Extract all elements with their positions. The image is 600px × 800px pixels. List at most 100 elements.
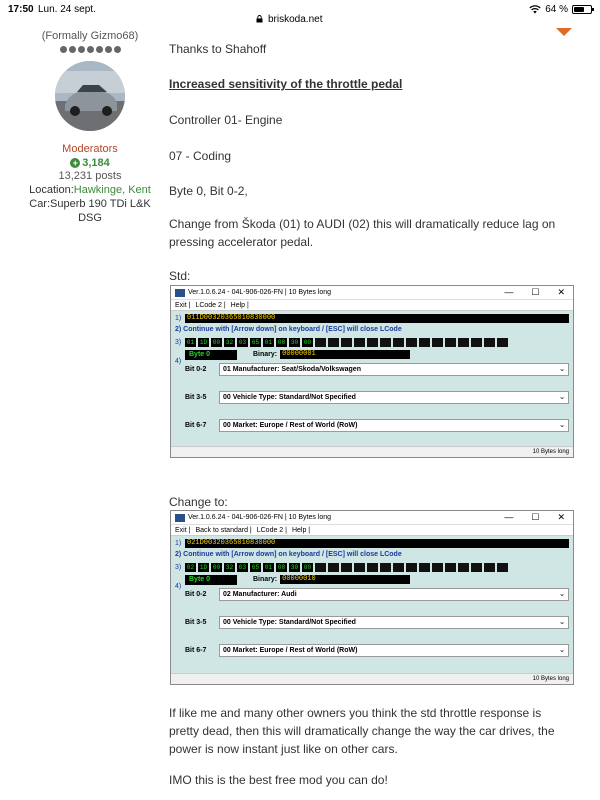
status-time: 17:50 bbox=[8, 4, 34, 15]
byte-cell-empty[interactable] bbox=[393, 337, 404, 347]
byte-cell-empty[interactable] bbox=[393, 562, 404, 572]
maximize-icon[interactable]: ☐ bbox=[531, 512, 539, 523]
byte-cell-empty[interactable] bbox=[458, 562, 469, 572]
byte-cell-empty[interactable] bbox=[367, 562, 378, 572]
byte-cell[interactable]: 02 bbox=[185, 562, 196, 572]
byte-cell-empty[interactable] bbox=[458, 337, 469, 347]
byte-cell-empty[interactable] bbox=[484, 562, 495, 572]
byte-cell[interactable]: 00 bbox=[211, 337, 222, 347]
byte-cell[interactable]: 1D bbox=[198, 337, 209, 347]
byte-cell-empty[interactable] bbox=[328, 337, 339, 347]
bit-select[interactable]: 00 Vehicle Type: Standard/Not Specified ⌄ bbox=[219, 615, 569, 629]
byte-cell-empty[interactable] bbox=[419, 562, 430, 572]
byte-cell-empty[interactable] bbox=[354, 337, 365, 347]
byte-cell[interactable]: 32 bbox=[224, 337, 235, 347]
reputation: +3,184 bbox=[28, 157, 152, 169]
bit-select-value: 02 Manufacturer: Audi bbox=[223, 590, 297, 598]
byte-cell-empty[interactable] bbox=[354, 562, 365, 572]
byte-cell[interactable]: 30 bbox=[289, 337, 300, 347]
post-count: 13,231 posts bbox=[58, 170, 122, 182]
menu-item[interactable]: LCode 2 | bbox=[195, 302, 225, 309]
app-icon bbox=[175, 288, 185, 297]
byte-cell[interactable]: 00 bbox=[302, 337, 313, 347]
app-icon bbox=[175, 513, 185, 522]
byte-cell-empty[interactable] bbox=[380, 562, 391, 572]
byte-cell[interactable]: 00 bbox=[211, 562, 222, 572]
byte-cell[interactable]: 08 bbox=[276, 337, 287, 347]
byte-cell-empty[interactable] bbox=[497, 562, 508, 572]
byte-cell[interactable]: 01 bbox=[263, 337, 274, 347]
lcode-body: 1) 021D00320365010830000 2) Continue with … bbox=[171, 536, 573, 673]
reputation-value: 3,184 bbox=[82, 157, 110, 169]
byte-cell[interactable]: 08 bbox=[276, 562, 287, 572]
minimize-icon[interactable]: — bbox=[504, 512, 513, 523]
byte-cell-empty[interactable] bbox=[471, 562, 482, 572]
bit-label: Bit 3-5 bbox=[185, 618, 207, 626]
row-number: 3) bbox=[175, 563, 182, 571]
byte-cell-empty[interactable] bbox=[341, 562, 352, 572]
byte-cell-empty[interactable] bbox=[341, 337, 352, 347]
byte-cell[interactable]: 01 bbox=[185, 337, 196, 347]
avatar[interactable] bbox=[55, 61, 125, 131]
byte-cell[interactable]: 00 bbox=[302, 562, 313, 572]
address-url[interactable]: briskoda.net bbox=[268, 14, 322, 25]
byte-cell[interactable]: 03 bbox=[237, 562, 248, 572]
menu-item[interactable]: Exit | bbox=[175, 527, 190, 534]
post-std-label: Std: bbox=[169, 269, 191, 283]
minimize-icon[interactable]: — bbox=[504, 287, 513, 298]
byte-cell-empty[interactable] bbox=[328, 562, 339, 572]
byte-cell[interactable]: 32 bbox=[224, 562, 235, 572]
close-icon[interactable]: ✕ bbox=[557, 512, 565, 523]
maximize-icon[interactable]: ☐ bbox=[531, 287, 539, 298]
bit-select[interactable]: 00 Market: Europe / Rest of World (RoW) ⌄ bbox=[219, 643, 569, 657]
post-change-desc: Change from Škoda (01) to AUDI (02) this… bbox=[169, 217, 556, 249]
byte-cell-empty[interactable] bbox=[367, 337, 378, 347]
bit-select[interactable]: 02 Manufacturer: Audi ⌄ bbox=[219, 587, 569, 601]
byte-cell-empty[interactable] bbox=[471, 337, 482, 347]
bit-select-value: 00 Market: Europe / Rest of World (RoW) bbox=[223, 646, 358, 654]
post-paragraph-2: IMO this is the best free mod you can do… bbox=[169, 773, 388, 787]
byte-cell-empty[interactable] bbox=[406, 337, 417, 347]
window-titlebar: Ver.1.0.6.24 - 04L-906-026-FN | 10 Bytes… bbox=[171, 286, 573, 300]
chevron-down-icon: ⌄ bbox=[559, 647, 565, 654]
bit-label: Bit 6-7 bbox=[185, 421, 207, 429]
bit-row: Bit 6-7 00 Market: Europe / Rest of World… bbox=[175, 418, 569, 432]
post-change-label: Change to: bbox=[169, 495, 228, 509]
coding-value[interactable]: 021D00320365010830000 bbox=[185, 538, 569, 548]
byte-cell-empty[interactable] bbox=[497, 337, 508, 347]
bit-select[interactable]: 00 Market: Europe / Rest of World (RoW) ⌄ bbox=[219, 418, 569, 432]
menu-item[interactable]: LCode 2 | bbox=[257, 527, 287, 534]
close-icon[interactable]: ✕ bbox=[557, 287, 565, 298]
rank-dot bbox=[113, 46, 121, 53]
byte-cell-empty[interactable] bbox=[315, 562, 326, 572]
menu-item[interactable]: Help | bbox=[292, 527, 310, 534]
byte-cell-empty[interactable] bbox=[484, 337, 495, 347]
byte-cell-empty[interactable] bbox=[380, 337, 391, 347]
bit-select[interactable]: 01 Manufacturer: Seat/Skoda/Volkswagen ⌄ bbox=[219, 362, 569, 376]
menu-item[interactable]: Exit | bbox=[175, 302, 190, 309]
bit-select-value: 01 Manufacturer: Seat/Skoda/Volkswagen bbox=[223, 365, 361, 373]
author-role[interactable]: Moderators bbox=[28, 143, 152, 155]
row-number: 1) bbox=[175, 314, 182, 322]
menu-item[interactable]: Help | bbox=[231, 302, 249, 309]
byte-cell-empty[interactable] bbox=[432, 337, 443, 347]
byte-cell-empty[interactable] bbox=[445, 562, 456, 572]
byte-cell-empty[interactable] bbox=[432, 562, 443, 572]
byte-cell[interactable]: 1D bbox=[198, 562, 209, 572]
byte-cell[interactable]: 03 bbox=[237, 337, 248, 347]
byte-cell[interactable]: 65 bbox=[250, 562, 261, 572]
byte-cell-empty[interactable] bbox=[419, 337, 430, 347]
coding-value[interactable]: 011D00320365010830000 bbox=[185, 313, 569, 323]
menu-item[interactable]: Back to standard | bbox=[195, 527, 251, 534]
instruction-text: 2) Continue with [Arrow down] on keyboar… bbox=[175, 551, 402, 558]
byte-cell-empty[interactable] bbox=[445, 337, 456, 347]
lcode-body: 1) 011D00320365010830000 2) Continue with … bbox=[171, 311, 573, 446]
byte-cell-empty[interactable] bbox=[315, 337, 326, 347]
byte-cell[interactable]: 01 bbox=[263, 562, 274, 572]
byte-cell[interactable]: 30 bbox=[289, 562, 300, 572]
bit-select[interactable]: 00 Vehicle Type: Standard/Not Specified ⌄ bbox=[219, 390, 569, 404]
car-avatar-image bbox=[55, 61, 125, 131]
byte-cell-empty[interactable] bbox=[406, 562, 417, 572]
byte-cells: 3) 01 1D 00 32 03 65 01 08 30 00 bbox=[175, 337, 569, 347]
byte-cell[interactable]: 65 bbox=[250, 337, 261, 347]
